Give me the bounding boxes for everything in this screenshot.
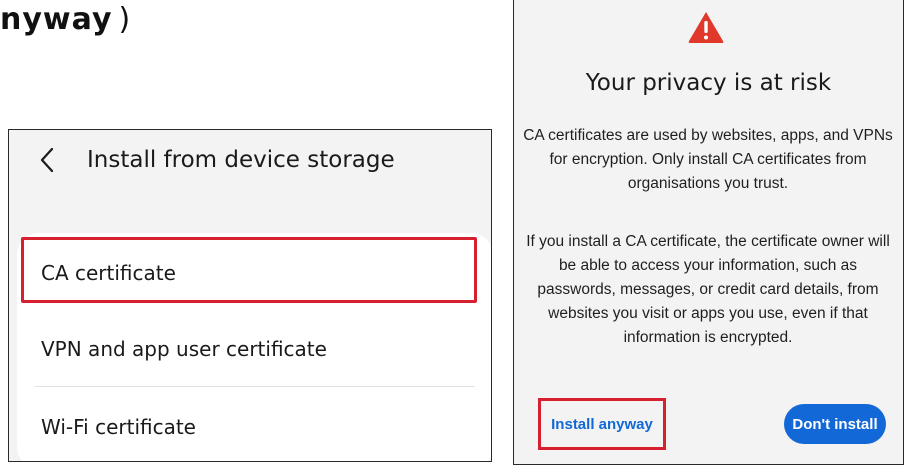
warning-triangle-icon [687,10,725,44]
dont-install-button[interactable]: Don't install [784,404,886,444]
dialog-title: Your privacy is at risk [585,70,832,96]
heading-suffix: ) [118,2,132,37]
list-item-label: VPN and app user certificate [41,337,327,361]
list-item-label: CA certificate [41,261,176,285]
list-item-vpn-user-certificate[interactable]: VPN and app user certificate [17,311,491,387]
list-item-ca-certificate[interactable]: CA certificate [17,235,491,311]
screen-header: Install from device storage [9,130,491,190]
certificate-list: CA certificate VPN and app user certific… [17,233,491,461]
screen-title: Install from device storage [87,147,395,173]
dialog-body-paragraph-1: CA certificates are used by websites, ap… [523,127,893,192]
back-chevron-icon[interactable] [39,145,65,175]
dialog-body-paragraph-2: If you install a CA certificate, the cer… [526,233,890,346]
install-anyway-button[interactable]: Install anyway [538,398,666,450]
list-item-wifi-certificate[interactable]: Wi-Fi certificate [17,389,491,461]
list-item-label: Wi-Fi certificate [41,415,196,439]
heading-text: nyway [0,2,113,37]
install-from-storage-screen: Install from device storage CA certifica… [8,129,492,462]
page-heading: nyway) [0,2,131,37]
list-divider [35,386,475,387]
privacy-warning-dialog: Your privacy is at risk CA certificates … [513,0,904,465]
